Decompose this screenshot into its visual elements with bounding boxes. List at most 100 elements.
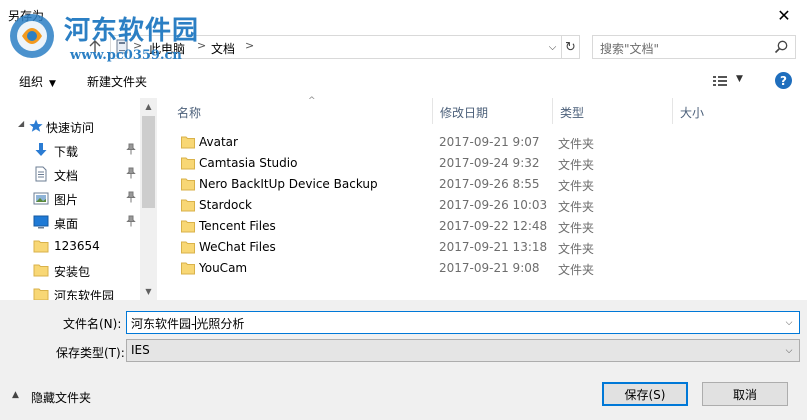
title-bar: 另存为 ✕ — [0, 0, 807, 30]
breadcrumb-separator: > — [245, 39, 255, 52]
filename-label: 文件名(N): — [63, 317, 122, 331]
column-header-date[interactable]: 修改日期 — [433, 98, 553, 124]
save-button[interactable]: 保存(S) — [602, 382, 688, 406]
file-name: Stardock — [199, 198, 252, 212]
chevron-down-icon: ⌵ — [785, 346, 793, 356]
file-type: 文件夹 — [558, 263, 595, 277]
table-row[interactable]: Avatar 2017-09-21 9:07 文件夹 — [160, 132, 807, 153]
table-row[interactable]: Camtasia Studio 2017-09-24 9:32 文件夹 — [160, 153, 807, 174]
folder-icon — [181, 241, 195, 254]
column-header-type[interactable]: 类型 — [553, 98, 673, 124]
nav-label: 安装包 — [54, 265, 91, 279]
filename-text-before-caret: 河东软件园- — [131, 317, 196, 331]
filename-text-after-caret: 光照分析 — [196, 317, 245, 331]
nav-label: 图片 — [54, 193, 79, 207]
folder-icon — [181, 220, 195, 233]
navigation-pane: ◢ 快速访问 下载 文档 图片 桌面 123654 安装包 河东软件园 ▲ ▼ — [0, 98, 157, 303]
nav-item-quick-access[interactable]: ◢ 快速访问 — [0, 114, 140, 138]
breadcrumb-documents[interactable]: 文档 — [211, 40, 235, 57]
filename-value: 河东软件园-光照分析 — [131, 315, 244, 332]
file-list: 名称 ^ 修改日期 类型 大小 Avatar 2017-09-21 9:07 文… — [160, 96, 807, 300]
file-name: WeChat Files — [199, 240, 276, 254]
view-dropdown-icon[interactable]: ▼ — [736, 74, 743, 84]
chevron-down-icon[interactable]: ⌵ — [781, 314, 797, 331]
column-label: 类型 — [560, 106, 585, 120]
caret-up-icon: ▲ — [12, 390, 19, 400]
nav-item-downloads[interactable]: 下载 — [0, 138, 140, 162]
close-button[interactable]: ✕ — [761, 0, 807, 30]
table-row[interactable]: Nero BackItUp Device Backup 2017-09-26 8… — [160, 174, 807, 195]
folder-icon — [181, 199, 195, 212]
column-label: 大小 — [680, 106, 705, 120]
document-icon — [35, 166, 47, 182]
hide-folders-label: 隐藏文件夹 — [31, 391, 92, 405]
refresh-icon: ↻ — [565, 39, 576, 55]
column-label: 名称 — [177, 106, 202, 120]
file-name: Avatar — [199, 135, 238, 149]
filetype-select[interactable]: IES ⌵ — [126, 339, 800, 362]
file-type: 文件夹 — [558, 200, 595, 214]
expand-arrow-icon[interactable]: ◢ — [18, 119, 24, 128]
command-bar: 组织 ▼ 新建文件夹 ▼ ? — [0, 66, 807, 96]
up-button[interactable] — [86, 36, 104, 58]
nav-item-desktop[interactable]: 桌面 — [0, 210, 140, 234]
organize-button[interactable]: 组织 ▼ — [19, 73, 56, 90]
nav-label: 123654 — [54, 239, 100, 253]
pin-icon — [126, 215, 136, 227]
view-options-icon[interactable] — [712, 74, 728, 88]
picture-icon — [33, 192, 49, 205]
file-date: 2017-09-24 9:32 — [439, 156, 540, 170]
nav-label: 桌面 — [54, 217, 79, 231]
cancel-button[interactable]: 取消 — [702, 382, 788, 406]
sort-ascending-icon: ^ — [308, 96, 316, 106]
filename-field[interactable]: 河东软件园-光照分析 ⌵ — [126, 311, 800, 334]
column-label: 修改日期 — [440, 106, 489, 120]
caret-down-icon: ▼ — [49, 79, 56, 89]
folder-icon — [33, 240, 49, 253]
table-row[interactable]: YouCam 2017-09-21 9:08 文件夹 — [160, 258, 807, 279]
filetype-value: IES — [131, 343, 150, 357]
folder-icon — [181, 136, 195, 149]
nav-item-documents[interactable]: 文档 — [0, 162, 140, 186]
file-type: 文件夹 — [558, 242, 595, 256]
address-history-dropdown[interactable]: ⌵ — [543, 36, 561, 58]
help-icon[interactable]: ? — [775, 72, 792, 89]
computer-icon — [116, 39, 128, 54]
save-options-panel: 文件名(N): 河东软件园-光照分析 ⌵ 保存类型(T): IES ⌵ ▲ 隐藏… — [0, 300, 807, 420]
file-name: Nero BackItUp Device Backup — [199, 177, 378, 191]
folder-icon — [181, 178, 195, 191]
breadcrumb-separator: > — [197, 39, 207, 52]
desktop-icon — [33, 215, 49, 229]
nav-scrollbar[interactable]: ▲ ▼ — [140, 98, 157, 300]
nav-item-pictures[interactable]: 图片 — [0, 186, 140, 210]
address-bar[interactable]: > 此电脑 > 文档 > ⌵ ↻ — [110, 35, 580, 59]
file-type: 文件夹 — [558, 179, 595, 193]
folder-icon — [181, 157, 195, 170]
table-row[interactable]: Tencent Files 2017-09-22 12:48 文件夹 — [160, 216, 807, 237]
search-icon[interactable] — [773, 39, 789, 55]
file-type: 文件夹 — [558, 221, 595, 235]
scroll-thumb[interactable] — [142, 116, 155, 208]
file-date: 2017-09-26 8:55 — [439, 177, 540, 191]
scroll-up-icon[interactable]: ▲ — [140, 98, 157, 115]
file-date: 2017-09-21 9:07 — [439, 135, 540, 149]
table-row[interactable]: Stardock 2017-09-26 10:03 文件夹 — [160, 195, 807, 216]
chevron-down-icon: ⌵ — [548, 41, 557, 53]
pin-icon — [126, 191, 136, 203]
scroll-down-icon[interactable]: ▼ — [140, 283, 157, 300]
nav-item-folder-installers[interactable]: 安装包 — [0, 258, 140, 282]
organize-label: 组织 — [19, 75, 44, 89]
refresh-button[interactable]: ↻ — [561, 36, 579, 58]
arrow-up-icon — [89, 40, 101, 53]
search-placeholder: 搜索"文档" — [600, 42, 660, 56]
breadcrumb-this-pc[interactable]: 此电脑 — [149, 40, 185, 57]
file-type: 文件夹 — [558, 158, 595, 172]
download-icon — [35, 143, 47, 156]
file-name: YouCam — [199, 261, 248, 275]
nav-item-folder-123654[interactable]: 123654 — [0, 234, 140, 258]
table-row[interactable]: WeChat Files 2017-09-21 13:18 文件夹 — [160, 237, 807, 258]
new-folder-button[interactable]: 新建文件夹 — [87, 73, 147, 90]
column-header-name[interactable]: 名称 ^ — [170, 96, 433, 124]
column-header-size[interactable]: 大小 — [673, 98, 793, 124]
search-input[interactable]: 搜索"文档" — [592, 35, 796, 59]
